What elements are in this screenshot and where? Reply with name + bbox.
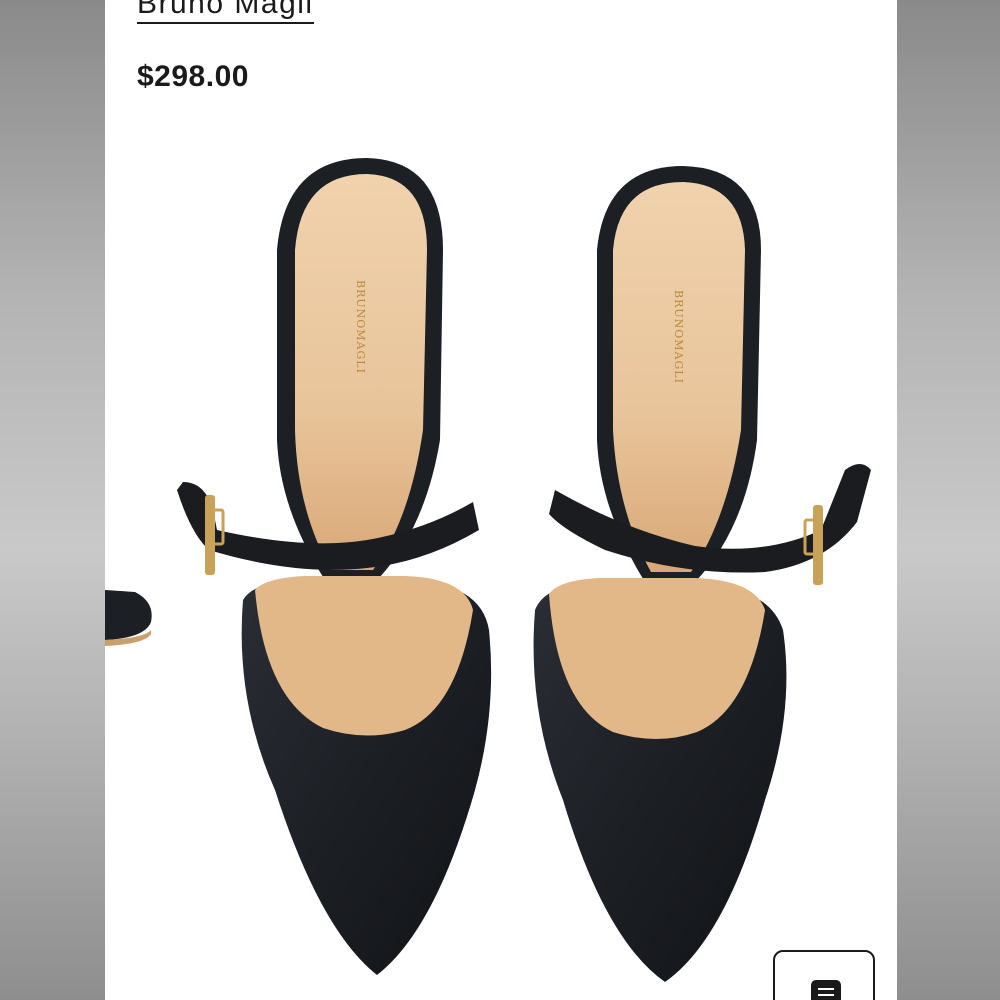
adjacent-slide-right	[897, 0, 1000, 1000]
menu-button[interactable]	[773, 950, 875, 1000]
insole-logo-right: BRUNOMAGLI	[672, 290, 685, 384]
menu-icon	[811, 980, 841, 1000]
left-shoe: BRUNOMAGLI	[177, 158, 492, 975]
product-card: Bruno Magli $298.00 BRUNOMAGLI BRUNOMAGL…	[105, 0, 897, 1000]
brand-link[interactable]: Bruno Magli	[137, 0, 314, 24]
adjacent-slide-left	[0, 0, 105, 1000]
right-shoe: BRUNOMAGLI	[533, 166, 871, 982]
insole-logo-left: BRUNOMAGLI	[354, 280, 367, 374]
product-price: $298.00	[137, 60, 249, 93]
product-image: BRUNOMAGLI BRUNOMAGLI	[105, 158, 871, 982]
partial-shoe	[105, 590, 152, 646]
